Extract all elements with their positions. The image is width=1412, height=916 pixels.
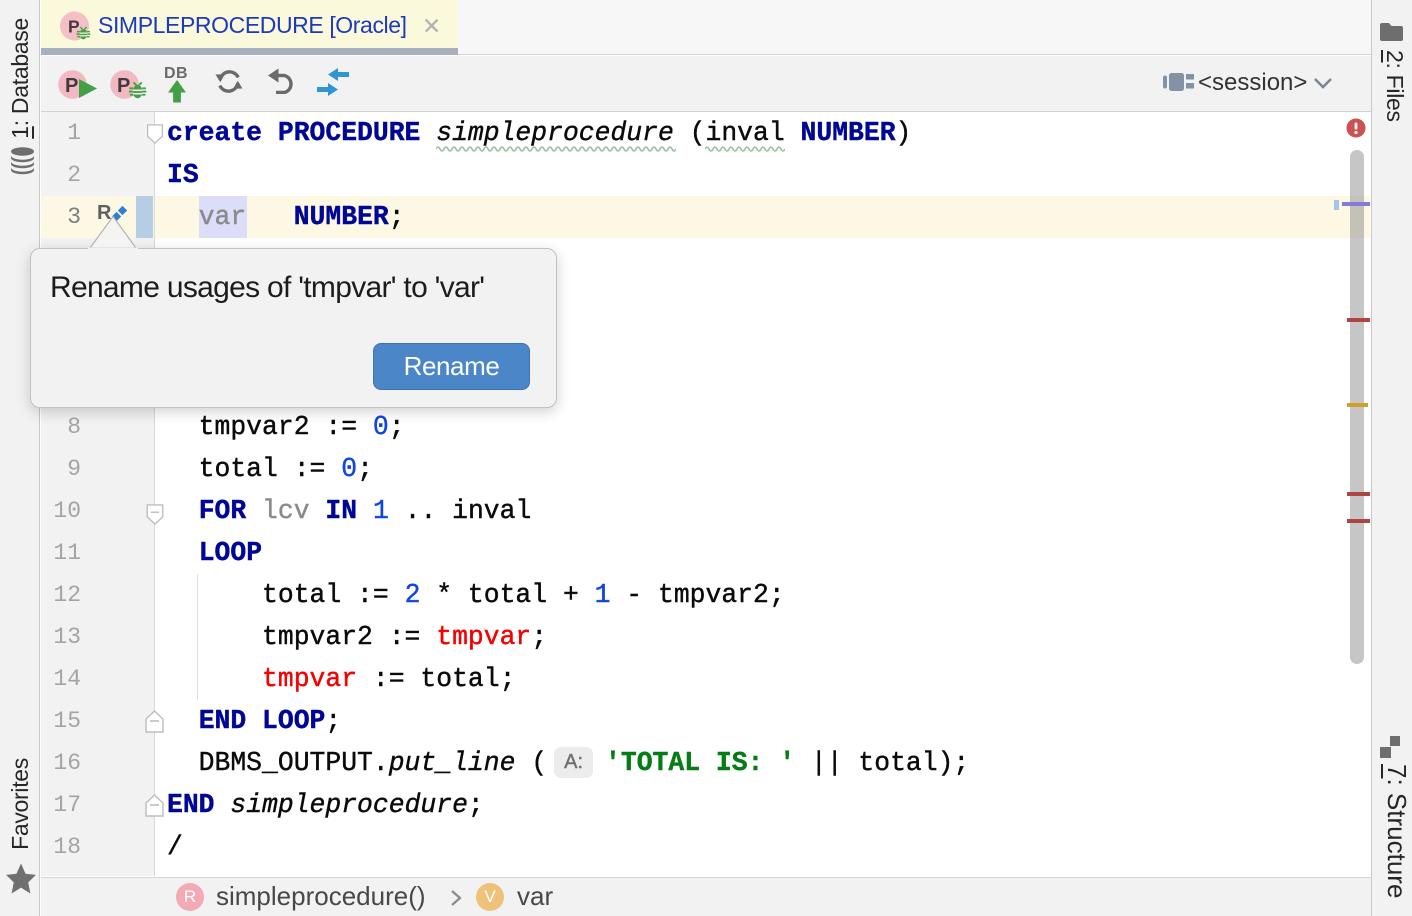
svg-text:P: P	[65, 75, 78, 97]
svg-text:P: P	[117, 75, 130, 97]
